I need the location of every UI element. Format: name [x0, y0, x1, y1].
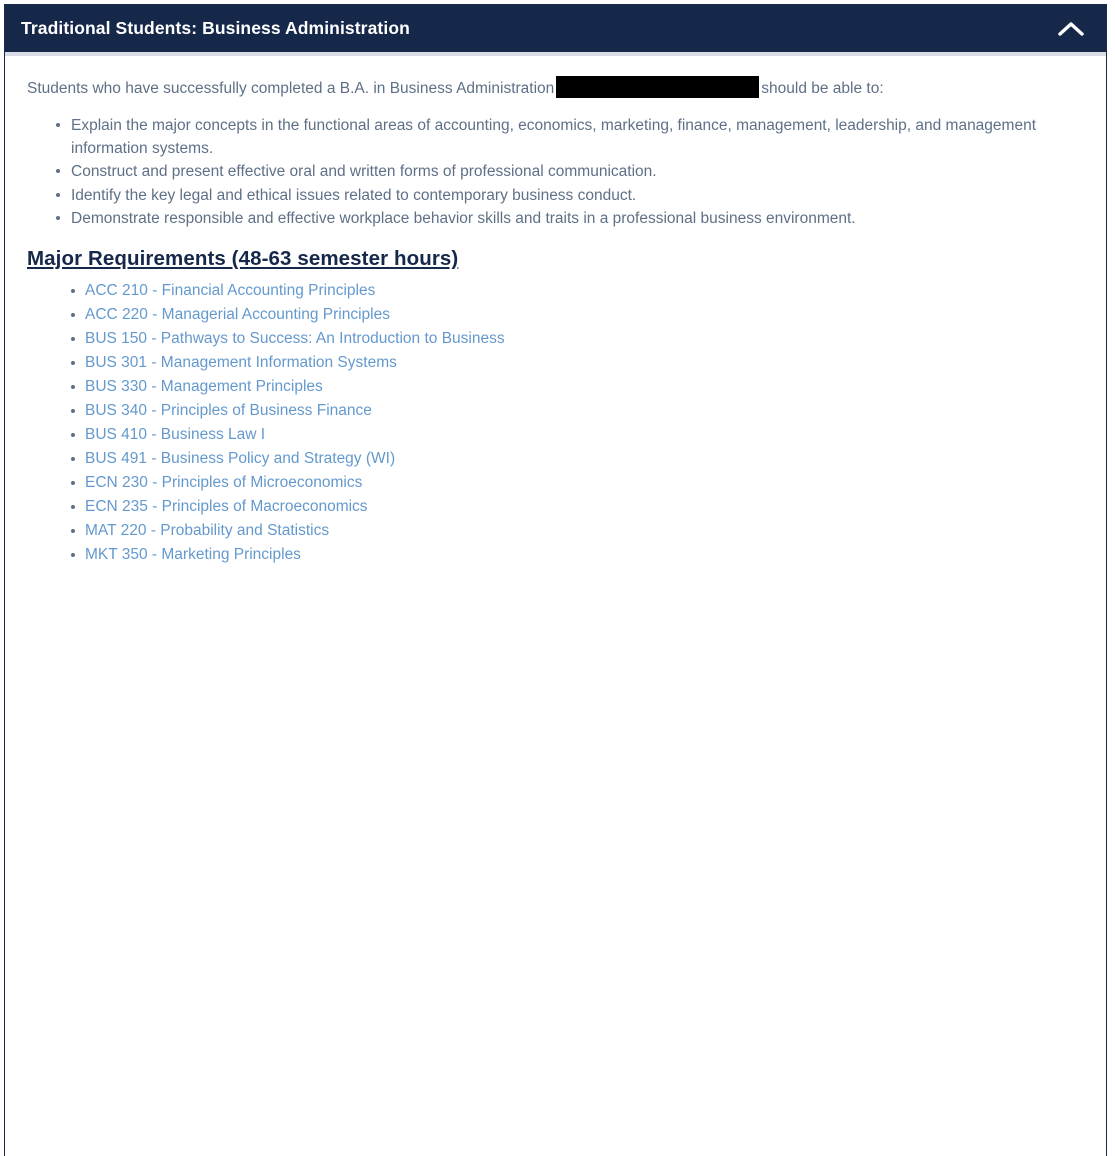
list-item: BUS 330 - Management Principles: [71, 375, 1088, 399]
list-item: BUS 491 - Business Policy and Strategy (…: [71, 447, 1088, 471]
section-heading-major-requirements: Major Requirements (48-63 semester hours…: [27, 247, 459, 271]
intro-text-after-redaction: should be able to:: [761, 80, 884, 97]
course-link[interactable]: ECN 235 - Principles of Macroeconomics: [85, 498, 368, 515]
list-item: ACC 210 - Financial Accounting Principle…: [71, 279, 1088, 303]
learning-outcomes-list: Explain the major concepts in the functi…: [23, 114, 1088, 230]
course-link[interactable]: BUS 491 - Business Policy and Strategy (…: [85, 450, 395, 467]
page-title: Traditional Students: Business Administr…: [21, 17, 410, 38]
course-link[interactable]: BUS 340 - Principles of Business Finance: [85, 402, 372, 419]
course-requirements-list: ACC 210 - Financial Accounting Principle…: [23, 279, 1088, 567]
course-link[interactable]: MKT 350 - Marketing Principles: [85, 546, 301, 563]
list-item: MAT 220 - Probability and Statistics: [71, 519, 1088, 543]
course-link[interactable]: ACC 220 - Managerial Accounting Principl…: [85, 306, 390, 323]
list-item: ECN 235 - Principles of Macroeconomics: [71, 495, 1088, 519]
list-item: BUS 301 - Management Information Systems: [71, 351, 1088, 375]
accordion-card: Traditional Students: Business Administr…: [4, 4, 1107, 1156]
intro-text-before-redaction: Students who have successfully completed…: [27, 80, 555, 97]
list-item: Identify the key legal and ethical issue…: [56, 184, 1088, 207]
outcome-text: Identify the key legal and ethical issue…: [71, 186, 637, 204]
accordion-body: Students who have successfully completed…: [5, 56, 1106, 587]
course-link[interactable]: ACC 210 - Financial Accounting Principle…: [85, 282, 375, 299]
course-link[interactable]: MAT 220 - Probability and Statistics: [85, 522, 329, 539]
course-link[interactable]: BUS 330 - Management Principles: [85, 378, 323, 395]
list-item: BUS 410 - Business Law I: [71, 423, 1088, 447]
course-link[interactable]: BUS 410 - Business Law I: [85, 426, 265, 443]
outcome-text: Explain the major concepts in the functi…: [71, 116, 1037, 158]
list-item: ACC 220 - Managerial Accounting Principl…: [71, 303, 1088, 327]
list-item: MKT 350 - Marketing Principles: [71, 543, 1088, 567]
course-link[interactable]: BUS 301 - Management Information Systems: [85, 354, 397, 371]
course-link[interactable]: BUS 150 - Pathways to Success: An Introd…: [85, 330, 505, 347]
redaction-bar: [556, 76, 760, 98]
collapse-toggle-button[interactable]: [1054, 12, 1088, 46]
list-item: Demonstrate responsible and effective wo…: [56, 207, 1088, 230]
list-item: ECN 230 - Principles of Microeconomics: [71, 471, 1088, 495]
course-link[interactable]: ECN 230 - Principles of Microeconomics: [85, 474, 362, 491]
intro-paragraph: Students who have successfully completed…: [27, 76, 1088, 100]
chevron-up-icon: [1058, 21, 1084, 37]
list-item: Construct and present effective oral and…: [56, 160, 1088, 183]
outcome-text: Demonstrate responsible and effective wo…: [71, 209, 856, 227]
list-item: Explain the major concepts in the functi…: [56, 114, 1088, 161]
accordion-header[interactable]: Traditional Students: Business Administr…: [5, 5, 1106, 56]
list-item: BUS 150 - Pathways to Success: An Introd…: [71, 327, 1088, 351]
outcome-text: Construct and present effective oral and…: [71, 163, 657, 181]
list-item: BUS 340 - Principles of Business Finance: [71, 399, 1088, 423]
